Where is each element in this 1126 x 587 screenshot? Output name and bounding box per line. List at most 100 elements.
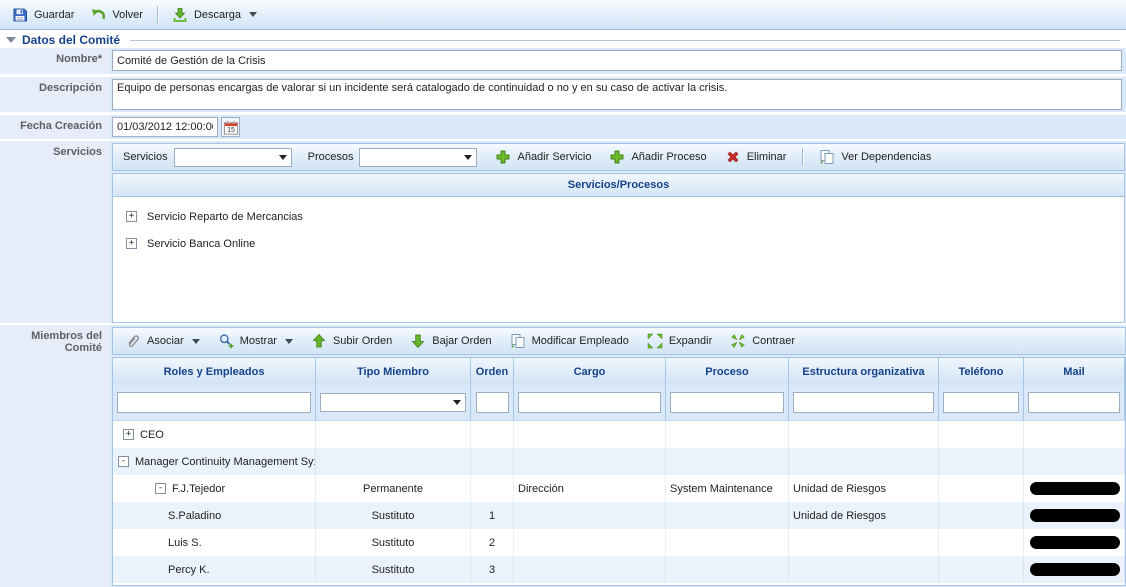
chevron-down-icon (464, 155, 472, 160)
table-row-luis[interactable]: Luis S. Sustituto 2 (113, 529, 1125, 556)
col-header-tipo[interactable]: Tipo Miembro (316, 358, 471, 385)
cell-tipo: Sustituto (316, 529, 471, 556)
cell-estructura (789, 529, 939, 556)
col-header-telefono[interactable]: Teléfono (939, 358, 1024, 385)
filter-orden-input[interactable] (476, 392, 509, 413)
table-row-percy[interactable]: Percy K. Sustituto 3 (113, 556, 1125, 583)
filter-roles-input[interactable] (117, 392, 311, 413)
modificar-empleado-button[interactable]: Modificar Empleado (502, 329, 637, 353)
cell-mail (1024, 475, 1125, 502)
expand-icon[interactable]: + (123, 429, 134, 440)
floppy-disk-icon (12, 7, 28, 23)
expand-icon[interactable]: + (126, 238, 137, 249)
servicios-row: Servicios Servicios Procesos Añadir Serv… (0, 141, 1126, 323)
cell-orden (471, 421, 514, 448)
ver-dependencias-label: Ver Dependencias (841, 151, 931, 163)
add-servicio-button[interactable]: Añadir Servicio (487, 145, 599, 169)
tree-row-servicio-banca[interactable]: + Servicio Banca Online (113, 230, 1124, 257)
subir-orden-button[interactable]: Subir Orden (303, 329, 400, 353)
asociar-label: Asociar (147, 335, 184, 347)
arrows-inward-icon (730, 333, 746, 349)
eliminar-button[interactable]: Eliminar (717, 145, 795, 169)
descripcion-row: Descripción Equipo de personas encargas … (0, 77, 1126, 112)
table-row-ceo[interactable]: + CEO (113, 421, 1125, 448)
col-header-mail[interactable]: Mail (1024, 358, 1125, 385)
col-header-orden[interactable]: Orden (471, 358, 514, 385)
cell-orden (471, 475, 514, 502)
row-name: F.J.Tejedor (172, 483, 225, 495)
chevron-down-icon (285, 339, 293, 344)
filter-proceso-input[interactable] (670, 392, 784, 413)
mostrar-button[interactable]: Mostrar (210, 329, 301, 353)
cell-cargo (514, 448, 666, 475)
servicios-procesos-header[interactable]: Servicios/Procesos (113, 174, 1124, 197)
add-proceso-button[interactable]: Añadir Proceso (601, 145, 714, 169)
plus-icon (495, 149, 511, 165)
filter-telefono-input[interactable] (943, 392, 1019, 413)
cell-cargo (514, 556, 666, 583)
cell-telefono (939, 475, 1024, 502)
collapse-triangle-icon[interactable] (6, 37, 16, 43)
filter-mail-input[interactable] (1028, 392, 1120, 413)
cell-estructura: Unidad de Riesgos (789, 475, 939, 502)
nombre-row: Nombre* (0, 48, 1126, 74)
filter-tipo-select[interactable] (320, 393, 466, 412)
filter-estructura-input[interactable] (793, 392, 934, 413)
download-button[interactable]: Descarga (164, 3, 265, 27)
cell-proceso (666, 448, 789, 475)
nombre-label: Nombre* (0, 48, 110, 74)
col-header-roles[interactable]: Roles y Empleados (113, 358, 316, 385)
cell-orden (471, 448, 514, 475)
cell-tipo: Sustituto (316, 556, 471, 583)
table-row-manager[interactable]: -Manager Continuity Management Sy: (113, 448, 1125, 475)
redacted-mail (1030, 509, 1120, 522)
calendar-icon: 15 (223, 119, 239, 136)
procesos-filter-label: Procesos (308, 151, 354, 163)
col-header-cargo[interactable]: Cargo (514, 358, 666, 385)
grid-header-row: Roles y Empleados Tipo Miembro Orden Car… (113, 358, 1125, 385)
collapse-icon[interactable]: - (118, 456, 129, 467)
bajar-orden-label: Bajar Orden (432, 335, 491, 347)
procesos-select[interactable] (359, 148, 477, 167)
row-name: Luis S. (168, 537, 202, 549)
servicios-select[interactable] (174, 148, 292, 167)
main-toolbar: Guardar Volver Descarga (0, 0, 1126, 30)
table-row-paladino[interactable]: S.Paladino Sustituto 1 Unidad de Riesgos (113, 502, 1125, 529)
row-name: CEO (140, 429, 164, 441)
nombre-input[interactable] (112, 50, 1122, 71)
expand-icon[interactable]: + (126, 211, 137, 222)
col-header-proceso[interactable]: Proceso (666, 358, 789, 385)
miembros-row: Miembros del Comité Asociar Mostrar (0, 325, 1126, 587)
filter-cargo-input[interactable] (518, 392, 661, 413)
chevron-down-icon (249, 12, 257, 17)
section-divider (130, 40, 1120, 41)
servicios-label: Servicios (0, 141, 110, 323)
svg-text:15: 15 (227, 127, 235, 134)
fecha-input[interactable] (112, 117, 218, 137)
table-row-tejedor[interactable]: -F.J.Tejedor Permanente Dirección System… (113, 475, 1125, 502)
tree-row-servicio-reparto[interactable]: + Servicio Reparto de Mercancias (113, 203, 1124, 230)
cell-telefono (939, 556, 1024, 583)
back-arrow-icon (90, 7, 106, 23)
cell-proceso (666, 556, 789, 583)
descripcion-textarea[interactable]: Equipo de personas encargas de valorar s… (112, 79, 1122, 110)
grid-filter-row (113, 385, 1125, 421)
miembros-toolbar: Asociar Mostrar Subir Orden (112, 327, 1126, 355)
cell-cargo (514, 421, 666, 448)
bajar-orden-button[interactable]: Bajar Orden (402, 329, 499, 353)
cell-tipo (316, 421, 471, 448)
cell-mail (1024, 556, 1125, 583)
back-button[interactable]: Volver (82, 3, 151, 27)
collapse-icon[interactable]: - (155, 483, 166, 494)
col-header-estructura[interactable]: Estructura organizativa (789, 358, 939, 385)
asociar-button[interactable]: Asociar (117, 329, 208, 353)
back-button-label: Volver (112, 9, 143, 21)
cell-orden: 1 (471, 502, 514, 529)
ver-dependencias-button[interactable]: Ver Dependencias (811, 145, 939, 169)
save-button[interactable]: Guardar (4, 3, 82, 27)
calendar-picker-button[interactable]: 15 (221, 117, 240, 137)
servicios-filter-label: Servicios (123, 151, 168, 163)
contraer-button[interactable]: Contraer (722, 329, 803, 353)
expandir-button[interactable]: Expandir (639, 329, 720, 353)
cell-estructura: Unidad de Riesgos (789, 502, 939, 529)
